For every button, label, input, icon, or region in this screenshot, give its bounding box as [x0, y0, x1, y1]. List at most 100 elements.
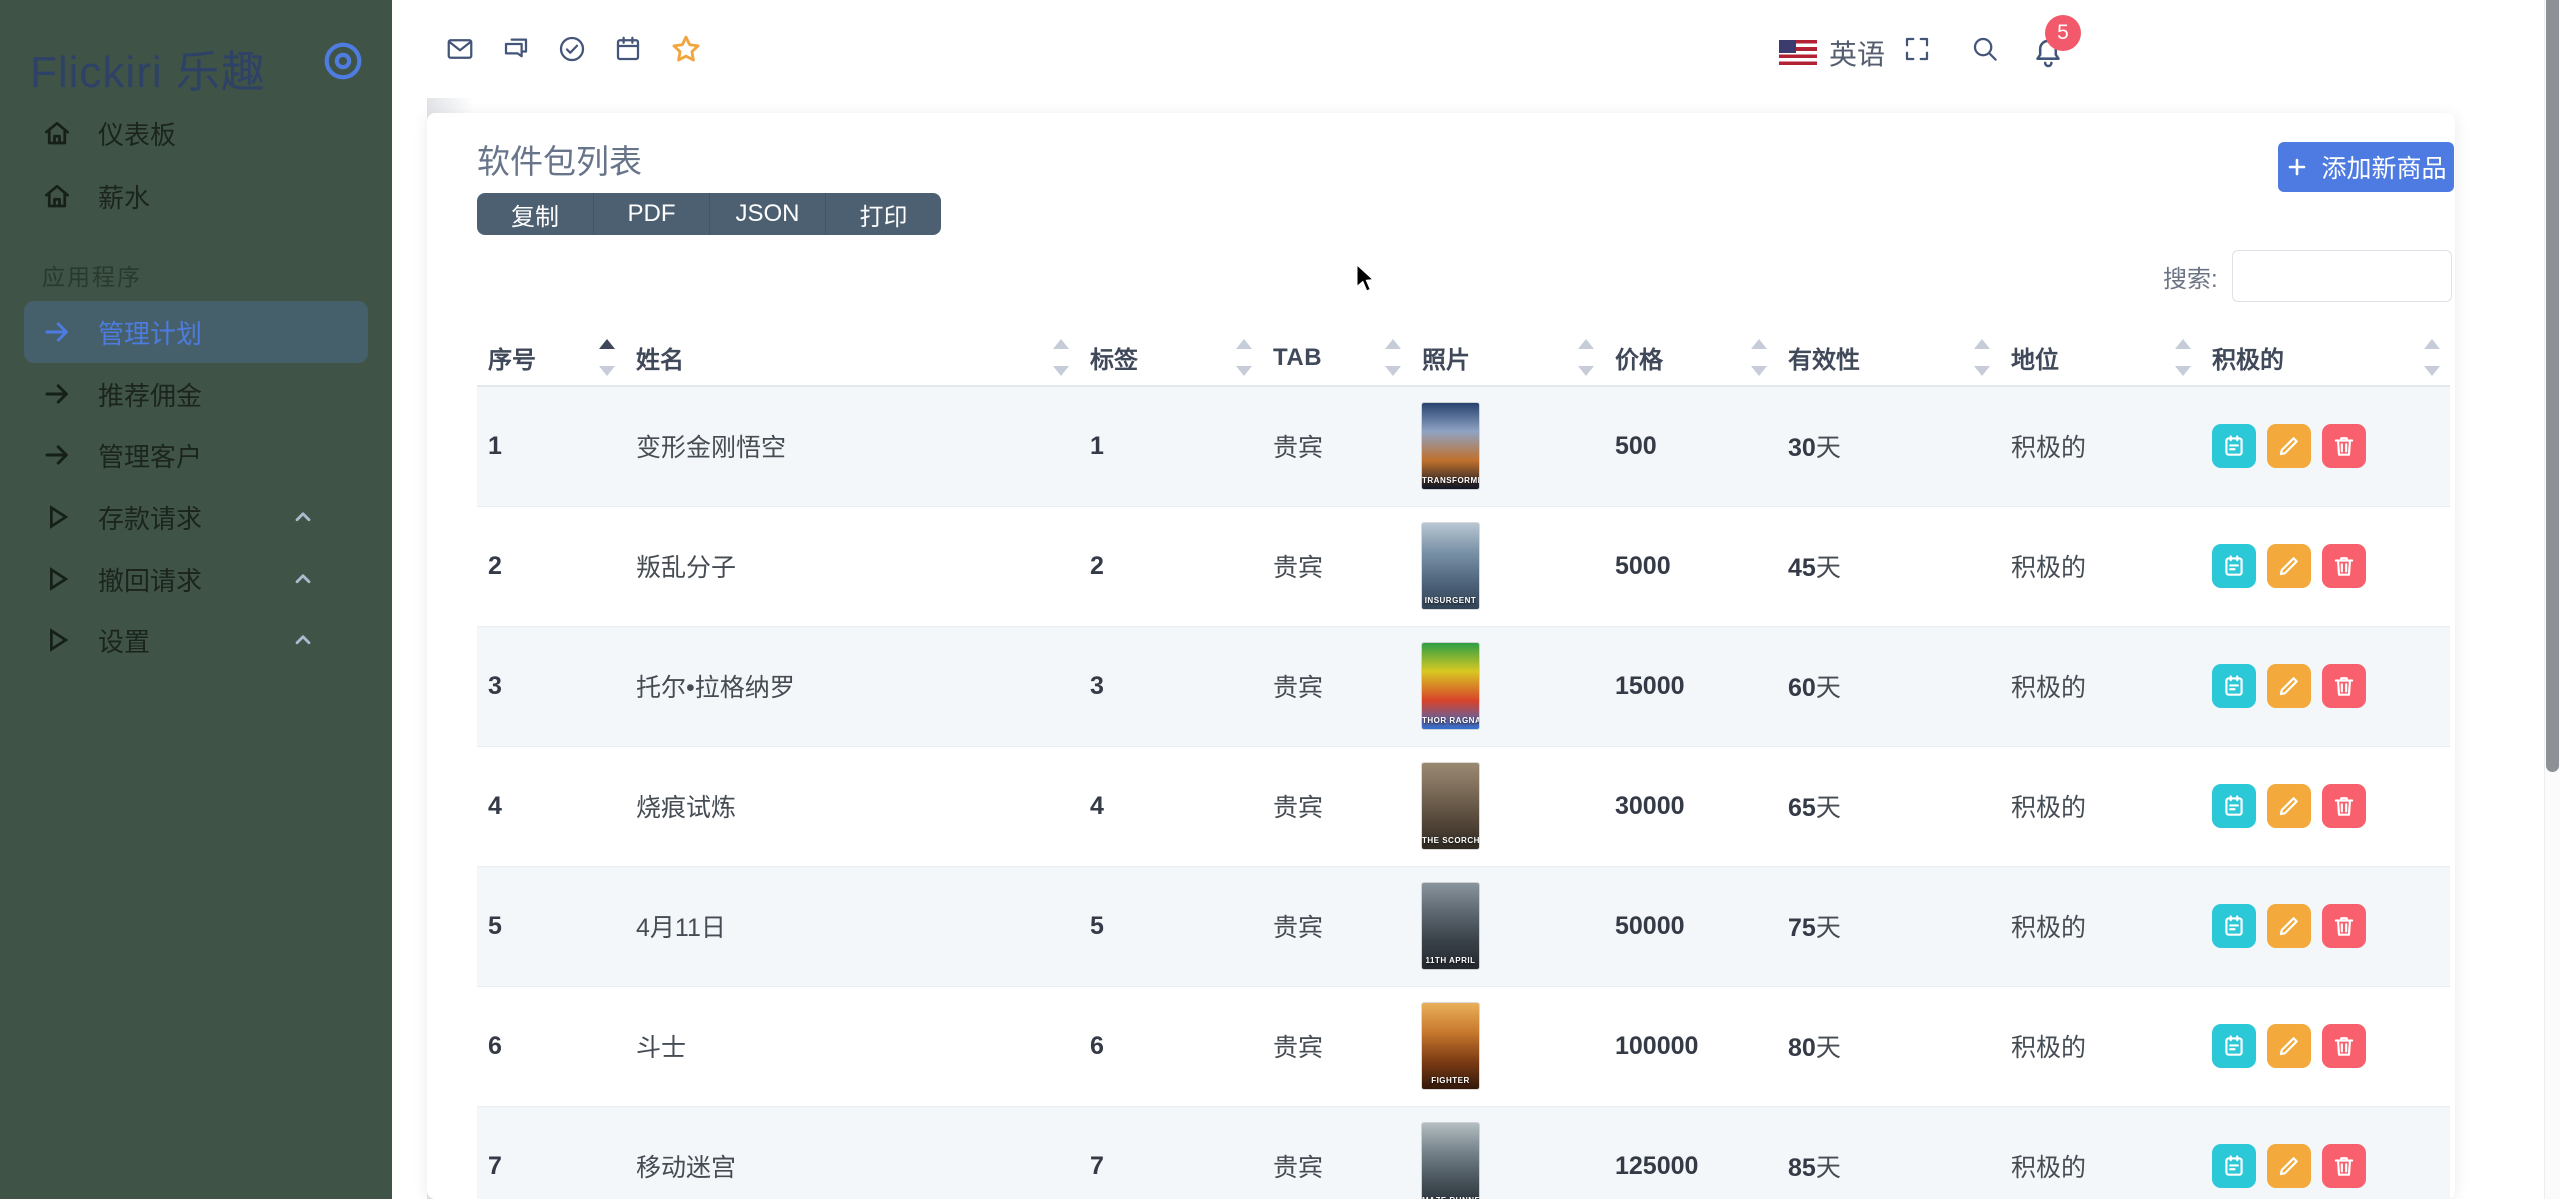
- delete-button[interactable]: [2322, 904, 2366, 948]
- search-icon[interactable]: [1970, 34, 2000, 64]
- column-header-9[interactable]: 积极的: [2201, 330, 2450, 386]
- play-icon: [42, 502, 72, 532]
- sidebar-item-8[interactable]: 撤回请求: [24, 548, 368, 610]
- sidebar-item-7[interactable]: 存款请求: [24, 486, 368, 548]
- sidebar-item-5[interactable]: 推荐佣金: [24, 363, 368, 425]
- table-row-6: 6斗士6贵宾FIGHTER10000080天积极的: [477, 986, 2450, 1106]
- export-button-json[interactable]: JSON: [709, 193, 825, 235]
- edit-button[interactable]: [2267, 544, 2311, 588]
- sidebar-toggle-icon[interactable]: [320, 38, 366, 84]
- column-header-6[interactable]: 价格: [1604, 330, 1777, 386]
- poster-caption: INSURGENT: [1422, 596, 1479, 605]
- tab-cell: 贵宾: [1262, 746, 1411, 866]
- tag-cell: 6: [1079, 986, 1262, 1106]
- scrollbar-track[interactable]: [2544, 0, 2560, 1199]
- sort-arrows-icon[interactable]: [1751, 339, 1767, 376]
- sort-arrows-icon[interactable]: [1578, 339, 1594, 376]
- poster-image[interactable]: FIGHTER: [1422, 1003, 1479, 1089]
- poster-image[interactable]: TRANSFORMERS: [1422, 403, 1479, 489]
- delete-button[interactable]: [2322, 1024, 2366, 1068]
- table-row-1: 1变形金刚悟空1贵宾TRANSFORMERS50030天积极的: [477, 386, 2450, 506]
- export-button-复制[interactable]: 复制: [477, 193, 593, 235]
- poster-caption: 11TH APRIL: [1422, 956, 1479, 965]
- add-new-item-button[interactable]: 添加新商品: [2278, 142, 2454, 192]
- edit-button[interactable]: [2267, 784, 2311, 828]
- poster-caption: THOR RAGNAROK: [1422, 716, 1479, 725]
- delete-button[interactable]: [2322, 544, 2366, 588]
- sort-arrows-icon[interactable]: [1385, 339, 1401, 376]
- clipboard-icon: [2221, 793, 2247, 819]
- star-icon[interactable]: [669, 32, 703, 66]
- topbar: 英语 5: [392, 0, 2560, 98]
- calendar-button[interactable]: [2212, 544, 2256, 588]
- trash-icon: [2331, 793, 2357, 819]
- sort-arrows-icon[interactable]: [599, 339, 615, 376]
- sort-arrows-icon[interactable]: [1236, 339, 1252, 376]
- us-flag-icon[interactable]: [1779, 40, 1817, 65]
- chat-icon[interactable]: [501, 34, 531, 64]
- trash-icon: [2331, 1033, 2357, 1059]
- column-header-1[interactable]: 序号: [477, 330, 625, 386]
- calendar-button[interactable]: [2212, 424, 2256, 468]
- sidebar-item-2[interactable]: 薪水: [24, 165, 368, 227]
- column-header-3[interactable]: 标签: [1079, 330, 1262, 386]
- sort-arrows-icon[interactable]: [1974, 339, 1990, 376]
- name-cell: 叛乱分子: [625, 506, 1079, 626]
- calendar-button[interactable]: [2212, 1024, 2256, 1068]
- column-header-7[interactable]: 有效性: [1777, 330, 2000, 386]
- app-logo: Flickiri 乐趣: [30, 36, 266, 100]
- edit-button[interactable]: [2267, 1024, 2311, 1068]
- edit-button[interactable]: [2267, 664, 2311, 708]
- sidebar-item-1[interactable]: 仪表板: [24, 102, 368, 164]
- sort-arrows-icon[interactable]: [2175, 339, 2191, 376]
- delete-button[interactable]: [2322, 424, 2366, 468]
- home-icon: [42, 118, 72, 148]
- photo-cell: FIGHTER: [1411, 986, 1604, 1106]
- sort-arrows-icon[interactable]: [1053, 339, 1069, 376]
- name-cell: 4月11日: [625, 866, 1079, 986]
- sidebar-item-6[interactable]: 管理客户: [24, 424, 368, 486]
- mail-icon[interactable]: [445, 34, 475, 64]
- trash-icon: [2331, 673, 2357, 699]
- calendar-button[interactable]: [2212, 904, 2256, 948]
- calendar-button[interactable]: [2212, 784, 2256, 828]
- column-header-4[interactable]: TAB: [1262, 330, 1411, 386]
- column-header-5[interactable]: 照片: [1411, 330, 1604, 386]
- poster-image[interactable]: THE SCORCH TRIALS: [1422, 763, 1479, 849]
- arrow-right-icon: [42, 317, 72, 347]
- poster-image[interactable]: 11TH APRIL: [1422, 883, 1479, 969]
- column-header-2[interactable]: 姓名: [625, 330, 1079, 386]
- sidebar-item-9[interactable]: 设置: [24, 609, 368, 671]
- calendar-button[interactable]: [2212, 664, 2256, 708]
- column-header-8[interactable]: 地位: [2000, 330, 2201, 386]
- poster-image[interactable]: MAZE RUNNER: [1422, 1123, 1479, 1199]
- sidebar-item-4[interactable]: 管理计划: [24, 301, 368, 363]
- delete-button[interactable]: [2322, 664, 2366, 708]
- check-circle-icon[interactable]: [557, 34, 587, 64]
- fullscreen-icon[interactable]: [1902, 34, 1932, 64]
- name-cell: 斗士: [625, 986, 1079, 1106]
- search-input[interactable]: [2232, 250, 2452, 302]
- status-cell: 积极的: [2000, 1106, 2201, 1199]
- calendar-icon[interactable]: [613, 34, 643, 64]
- photo-cell: THOR RAGNAROK: [1411, 626, 1604, 746]
- scrollbar-thumb[interactable]: [2546, 0, 2559, 772]
- photo-cell: TRANSFORMERS: [1411, 386, 1604, 506]
- poster-image[interactable]: THOR RAGNAROK: [1422, 643, 1479, 729]
- language-selector[interactable]: 英语: [1829, 33, 1885, 73]
- notification-badge[interactable]: 5: [2045, 15, 2081, 51]
- tab-cell: 贵宾: [1262, 866, 1411, 986]
- export-button-pdf[interactable]: PDF: [593, 193, 709, 235]
- edit-button[interactable]: [2267, 904, 2311, 948]
- sort-arrows-icon[interactable]: [2424, 339, 2440, 376]
- status-cell: 积极的: [2000, 386, 2201, 506]
- edit-button[interactable]: [2267, 1144, 2311, 1188]
- calendar-button[interactable]: [2212, 1144, 2256, 1188]
- export-button-打印[interactable]: 打印: [825, 193, 941, 235]
- price-cell: 15000: [1604, 626, 1777, 746]
- edit-button[interactable]: [2267, 424, 2311, 468]
- delete-button[interactable]: [2322, 1144, 2366, 1188]
- poster-image[interactable]: INSURGENT: [1422, 523, 1479, 609]
- pencil-icon: [2276, 433, 2302, 459]
- delete-button[interactable]: [2322, 784, 2366, 828]
